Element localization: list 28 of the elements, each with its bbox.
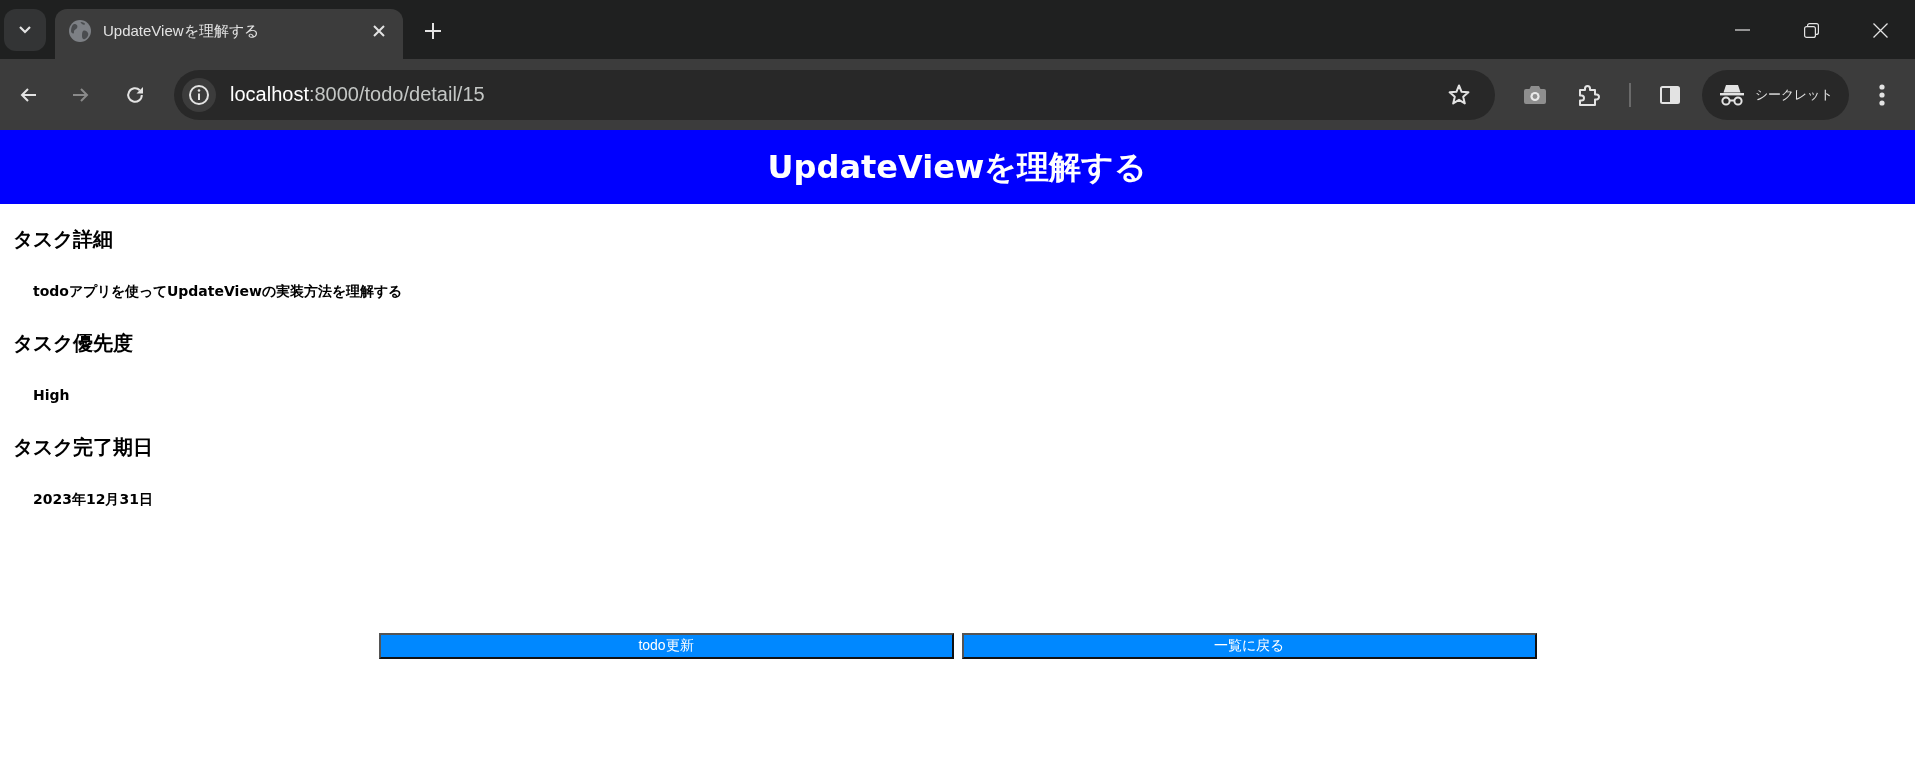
address-bar[interactable]: localhost:8000/todo/detail/15 <box>174 69 1495 120</box>
close-icon[interactable] <box>373 25 385 37</box>
browser-tab[interactable]: UpdateViewを理解する <box>55 9 403 59</box>
page-title: UpdateViewを理解する <box>767 147 1148 187</box>
section-value: todoアプリを使ってUpdateViewの実装方法を理解する <box>33 282 402 300</box>
star-icon[interactable] <box>1448 84 1470 105</box>
camera-icon[interactable] <box>1524 85 1546 104</box>
puzzle-piece-icon[interactable] <box>1578 83 1600 106</box>
url-text: localhost:8000/todo/detail/15 <box>230 83 485 106</box>
side-panel-icon[interactable] <box>1660 85 1680 104</box>
section-value: High <box>33 386 70 404</box>
restore-icon[interactable] <box>1804 22 1819 38</box>
reload-icon[interactable] <box>126 85 144 104</box>
incognito-button[interactable]: シークレット <box>1702 69 1849 120</box>
close-icon[interactable] <box>1873 22 1888 38</box>
back-to-list-button[interactable]: 一覧に戻る <box>961 633 1537 659</box>
incognito-icon <box>1719 83 1745 106</box>
globe-icon <box>69 20 91 42</box>
section-heading: タスク優先度 <box>13 331 133 355</box>
section-value: 2023年12月31日 <box>33 490 153 508</box>
new-tab-plus-icon[interactable] <box>425 23 441 39</box>
chevron-down-icon <box>19 26 31 34</box>
section-heading: タスク詳細 <box>13 227 113 251</box>
info-icon[interactable] <box>182 77 216 112</box>
back-arrow-icon[interactable] <box>20 87 36 102</box>
section-heading: タスク完了期日 <box>13 435 153 459</box>
menu-icon[interactable] <box>1879 83 1885 106</box>
update-button[interactable]: todo更新 <box>378 633 954 659</box>
